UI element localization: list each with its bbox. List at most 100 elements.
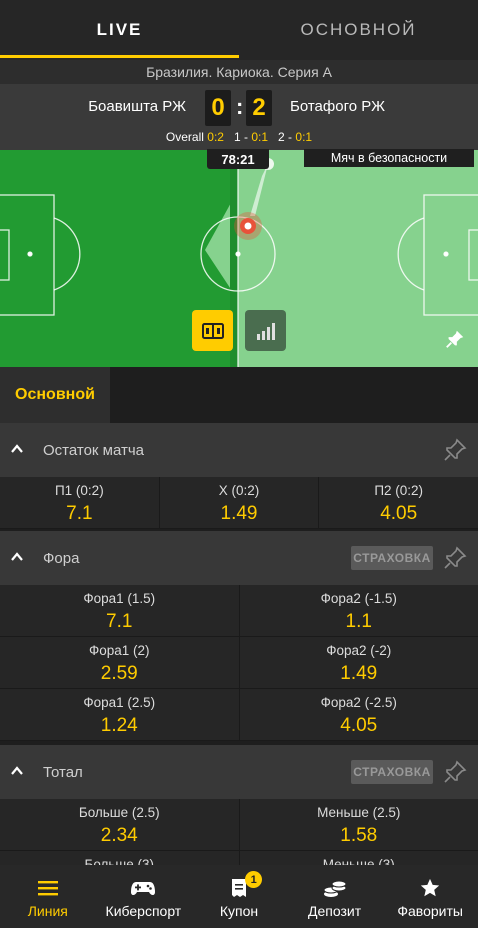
nav-coupon[interactable]: 1 Купон [191,865,287,928]
nav-favorites[interactable]: Фавориты [382,865,478,928]
section-header-handicap[interactable]: Фора СТРАХОВКА [0,531,478,585]
overall-score: 0:2 [207,130,224,144]
odds-label: П2 (0:2) [374,483,424,498]
section-title: Фора [43,549,80,567]
statistics-button[interactable] [245,310,286,351]
odds-cell[interactable]: Фора1 (1.5) 7.1 [0,585,240,637]
odds-label: Фора2 (-1.5) [320,591,397,606]
odds-cell[interactable]: Фора2 (-1.5) 1.1 [239,585,478,637]
league-title: Бразилия. Кариока. Серия А [0,60,478,84]
nav-esports[interactable]: Киберспорт [96,865,192,928]
nav-label: Депозит [308,903,362,919]
period-scores: Overall 0:2 1 - 0:1 2 - 0:1 [0,130,478,144]
odds-row: Фора1 (2.5) 1.24 Фора2 (-2.5) 4.05 [0,689,478,741]
left-penalty-spot [27,251,33,257]
nav-line[interactable]: Линия [0,865,96,928]
odds-cell[interactable]: Меньше (2.5) 1.58 [239,799,478,851]
home-team-name: Боавишта РЖ [88,98,186,115]
insurance-button[interactable]: СТРАХОВКА [351,546,433,570]
section-title: Остаток матча [43,441,145,459]
insurance-button[interactable]: СТРАХОВКА [351,760,433,784]
section-header-remainder[interactable]: Остаток матча [0,423,478,477]
odds-value: 7.1 [106,611,133,632]
odds-label: Больше (2.5) [78,805,160,820]
odds-row: П1 (0:2) 7.1 X (0:2) 1.49 П2 (0:2) 4.05 [0,477,478,529]
odds-row: Фора1 (1.5) 7.1 Фора2 (-1.5) 1.1 [0,585,478,637]
odds-cell[interactable]: Больше (2.5) 2.34 [0,799,240,851]
left-penalty-area [0,194,55,316]
left-penalty-arc [53,217,81,291]
overall-label: Overall [165,130,204,144]
left-goal-area [0,229,10,281]
pin-icon[interactable] [442,759,468,785]
chevron-up-icon [11,552,23,561]
period1-label: 1 - [233,130,248,144]
bar-chart-icon [256,322,275,340]
odds-cell-x[interactable]: X (0:2) 1.49 [159,477,320,529]
nav-label: Линия [27,903,68,919]
bottom-nav: Линия Киберспорт 1 Купон Депозит Фаворит… [0,865,478,928]
odds-label: Фора1 (2) [88,643,150,658]
odds-cell-p2[interactable]: П2 (0:2) 4.05 [319,477,478,529]
odds-cell[interactable]: Фора2 (-2.5) 4.05 [239,689,478,741]
section-title: Тотал [43,763,83,781]
market-tab-main[interactable]: Основной [0,367,110,423]
odds-label: X (0:2) [218,483,260,498]
odds-row: Больше (2.5) 2.34 Меньше (2.5) 1.58 [0,799,478,851]
odds-value: 7.1 [66,503,93,524]
coins-icon [323,880,347,897]
odds-label: П1 (0:2) [54,483,104,498]
odds-row: Фора1 (2) 2.59 Фора2 (-2) 1.49 [0,637,478,689]
scoreboard: Боавишта РЖ 0 : 2 Ботафого РЖ Overall 0:… [0,84,478,150]
pitch-graphic [0,150,478,367]
center-spot [235,251,241,257]
period2-score: 0:1 [295,130,313,144]
odds-value: 4.05 [380,503,418,524]
event-banner: Мяч в безопасности [304,149,474,167]
tab-live[interactable]: LIVE [0,0,239,60]
market-tabbar: Основной [0,367,478,423]
match-tracker-field [0,150,478,367]
odds-label: Фора1 (1.5) [83,591,156,606]
nav-label: Купон [219,903,259,919]
pin-tracker-button[interactable] [444,328,466,355]
odds-cell[interactable]: Фора1 (2.5) 1.24 [0,689,240,741]
lineup-button[interactable] [192,310,233,351]
home-score: 0 [205,90,231,126]
odds-value: 1.1 [345,611,372,632]
odds-cell[interactable]: Фора2 (-2) 1.49 [239,637,478,689]
away-score: 2 [246,90,272,126]
odds-value: 1.49 [220,503,258,524]
odds-value: 1.49 [340,663,378,684]
odds-cell[interactable]: Фора1 (2) 2.59 [0,637,240,689]
top-tabs: LIVE ОСНОВНОЙ [0,0,478,60]
pin-icon[interactable] [442,545,468,571]
score-separator: : [236,94,244,119]
tab-main[interactable]: ОСНОВНОЙ [239,0,478,60]
period1-score: 0:1 [251,130,269,144]
lineup-icon [201,322,224,339]
chevron-up-icon [11,444,23,453]
nav-deposit[interactable]: Депозит [287,865,383,928]
odds-value: 1.24 [100,715,138,736]
nav-label: Киберспорт [105,903,182,919]
section-header-total[interactable]: Тотал СТРАХОВКА [0,745,478,799]
odds-cell-p1[interactable]: П1 (0:2) 7.1 [0,477,160,529]
odds-label: Меньше (2.5) [317,805,401,820]
coupon-count-badge: 1 [245,871,263,888]
ball-dot [244,222,252,230]
gamepad-icon [131,882,156,895]
pin-icon[interactable] [442,437,468,463]
star-icon [421,878,440,897]
odds-value: 2.34 [100,825,138,846]
odds-label: Фора1 (2.5) [83,695,156,710]
odds-label: Фора2 (-2) [326,643,392,658]
pin-icon [446,330,464,348]
odds-value: 4.05 [340,715,378,736]
odds-label: Фора2 (-2.5) [320,695,397,710]
period2-label: 2 - [278,130,293,144]
match-clock: 78:21 [207,149,269,169]
right-penalty-spot [443,251,449,257]
chevron-up-icon [11,766,23,775]
nav-label: Фавориты [397,903,463,919]
